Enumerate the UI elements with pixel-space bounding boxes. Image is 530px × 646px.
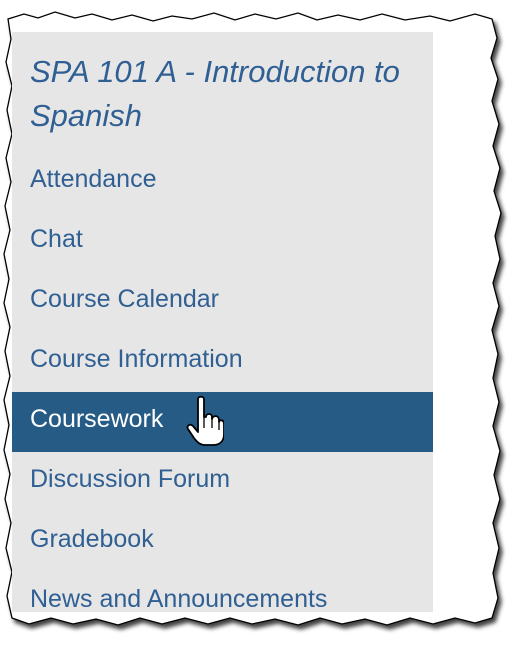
sidebar-item-label: Discussion Forum [30, 465, 231, 493]
course-navigation-panel: SPA 101 A - Introduction to Spanish Atte… [12, 32, 433, 612]
sidebar-item-discussion-forum[interactable]: Discussion Forum [12, 452, 433, 512]
sidebar-item-label: Course Calendar [30, 285, 219, 313]
sidebar-item-label: Attendance [30, 165, 157, 193]
sidebar-item-coursework[interactable]: Coursework [12, 392, 433, 452]
sidebar-item-chat[interactable]: Chat [12, 212, 433, 272]
screenshot-frame: SPA 101 A - Introduction to Spanish Atte… [0, 0, 530, 646]
sidebar-item-label: News and Announcements [30, 585, 328, 612]
sidebar-item-news-and-announcements[interactable]: News and Announcements [12, 572, 433, 612]
sidebar-item-course-information[interactable]: Course Information [12, 332, 433, 392]
sidebar-item-label: Gradebook [30, 525, 154, 553]
sidebar-item-gradebook[interactable]: Gradebook [12, 512, 433, 572]
sidebar-item-course-calendar[interactable]: Course Calendar [12, 272, 433, 332]
sidebar-item-label: Course Information [30, 345, 243, 373]
course-title[interactable]: SPA 101 A - Introduction to Spanish [30, 50, 410, 138]
sidebar-item-label: Coursework [30, 405, 164, 433]
sidebar-item-attendance[interactable]: Attendance [12, 152, 433, 212]
course-menu: Attendance Chat Course Calendar Course I… [12, 152, 433, 612]
sidebar-item-label: Chat [30, 225, 83, 253]
